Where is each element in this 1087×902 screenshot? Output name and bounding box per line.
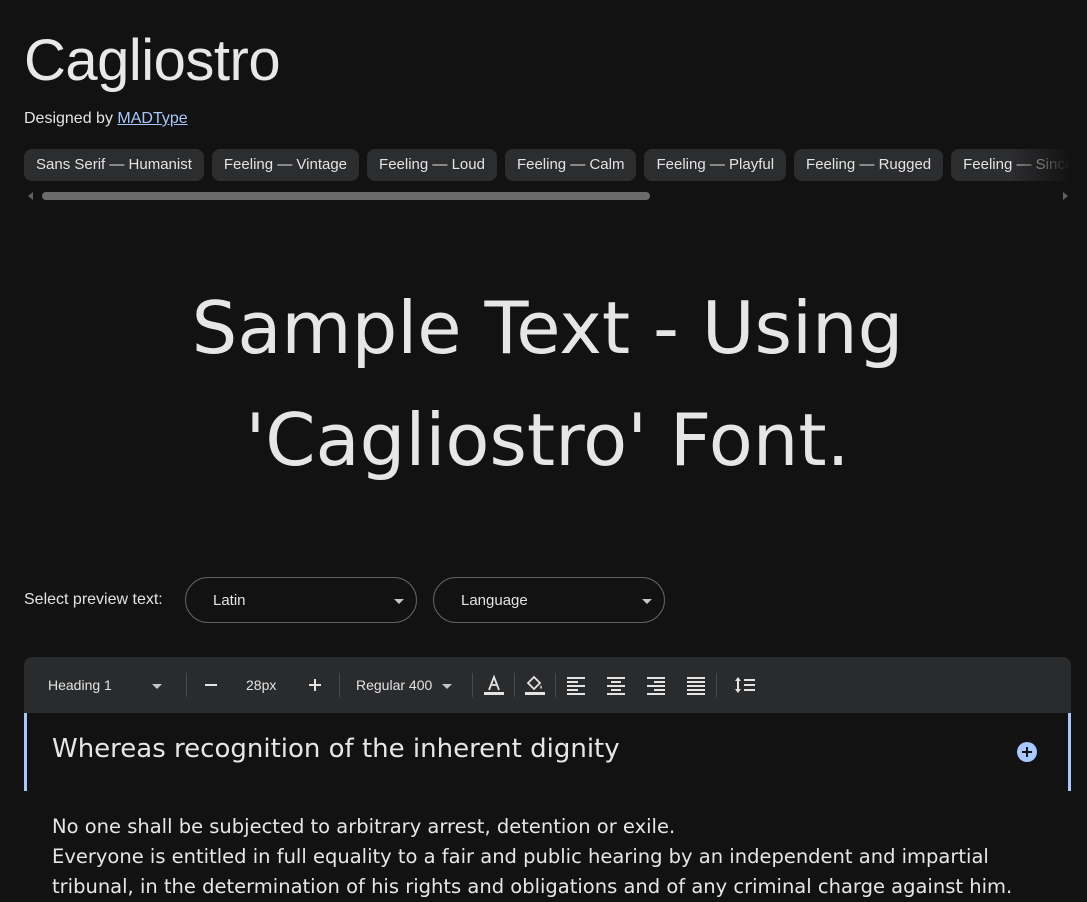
chevron-down-icon — [394, 599, 404, 604]
editor-heading-block[interactable]: Whereas recognition of the inherent dign… — [24, 713, 1071, 791]
style-select[interactable]: Heading 1 — [48, 657, 166, 713]
weight-select[interactable]: Regular 400 — [356, 657, 453, 713]
chevron-down-icon — [442, 683, 453, 689]
preview-text-label: Select preview text: — [24, 591, 163, 608]
line-height-icon[interactable] — [733, 673, 757, 697]
scrollbar-thumb[interactable] — [42, 192, 650, 200]
designer-line: Designed by MADType — [24, 110, 188, 128]
language-select-placeholder: Language — [461, 592, 528, 609]
toolbar-divider — [186, 673, 187, 697]
toolbar-divider — [555, 673, 556, 697]
minus-icon[interactable] — [199, 673, 223, 697]
tag-chip[interactable]: Sans Serif — Humanist — [24, 149, 204, 181]
align-justify-icon[interactable] — [684, 673, 708, 697]
script-select-value: Latin — [213, 592, 246, 609]
tags-fade — [1010, 149, 1070, 183]
editor-toolbar: Heading 1 28px Regular 400 — [24, 657, 1071, 713]
add-circle-icon[interactable] — [1016, 741, 1038, 763]
tag-chip[interactable]: Feeling — Calm — [504, 149, 637, 181]
editor-paragraph: No one shall be subjected to arbitrary a… — [52, 815, 676, 838]
fill-color-icon[interactable] — [523, 673, 547, 697]
editor-paragraph: Everyone is entitled in full equality to… — [52, 845, 1013, 898]
editor-heading-text[interactable]: Whereas recognition of the inherent dign… — [52, 734, 620, 764]
scroll-right-arrow-icon[interactable] — [1063, 192, 1068, 200]
script-select[interactable]: Latin — [185, 577, 417, 623]
tag-chip[interactable]: Feeling — Rugged — [794, 149, 944, 181]
editor-body[interactable]: No one shall be subjected to arbitrary a… — [52, 812, 1052, 902]
text-color-icon[interactable] — [482, 673, 506, 697]
scroll-left-arrow-icon[interactable] — [28, 192, 33, 200]
toolbar-divider — [514, 673, 515, 697]
language-select[interactable]: Language — [433, 577, 665, 623]
toolbar-divider — [716, 673, 717, 697]
weight-select-value: Regular 400 — [356, 677, 433, 693]
tag-chip[interactable]: Feeling — Vintage — [211, 149, 360, 181]
tags-scrollbar[interactable] — [24, 190, 1070, 202]
align-left-icon[interactable] — [564, 673, 588, 697]
designer-link[interactable]: MADType — [117, 110, 187, 127]
align-right-icon[interactable] — [644, 673, 668, 697]
tag-chip[interactable]: Feeling — Playful — [644, 149, 787, 181]
chevron-down-icon — [642, 599, 652, 604]
font-size-value[interactable]: 28px — [246, 657, 276, 713]
tag-chip[interactable]: Feeling — Loud — [367, 149, 497, 181]
toolbar-divider — [472, 673, 473, 697]
plus-icon[interactable] — [303, 673, 327, 697]
style-select-value: Heading 1 — [48, 677, 112, 693]
font-title: Cagliostro — [24, 28, 281, 93]
toolbar-divider — [339, 673, 340, 697]
tag-list: Sans Serif — Humanist Feeling — Vintage … — [24, 149, 1070, 183]
designed-by-label: Designed by — [24, 110, 113, 127]
align-center-icon[interactable] — [604, 673, 628, 697]
chevron-down-icon — [151, 683, 162, 689]
sample-text-preview: Sample Text - Using 'Cagliostro' Font. — [191, 286, 904, 482]
